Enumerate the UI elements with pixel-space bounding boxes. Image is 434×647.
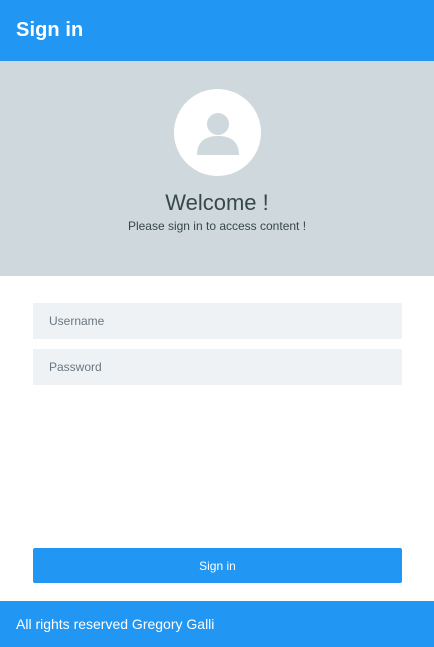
- username-input[interactable]: [33, 303, 402, 339]
- app-header: Sign in: [0, 0, 434, 61]
- welcome-panel: Welcome ! Please sign in to access conte…: [0, 61, 434, 276]
- welcome-subtitle: Please sign in to access content !: [127, 219, 307, 233]
- password-input[interactable]: [33, 349, 402, 385]
- page-title: Sign in: [16, 19, 84, 41]
- sign-in-page: Sign in Welcome ! Please sign in to acce…: [0, 0, 434, 647]
- app-footer: All rights reserved Gregory Galli: [0, 601, 434, 647]
- user-icon: [196, 112, 239, 155]
- footer-copyright: All rights reserved Gregory Galli: [16, 616, 215, 632]
- welcome-heading: Welcome !: [165, 190, 269, 215]
- avatar: [174, 89, 261, 176]
- sign-in-button[interactable]: Sign in: [33, 548, 402, 583]
